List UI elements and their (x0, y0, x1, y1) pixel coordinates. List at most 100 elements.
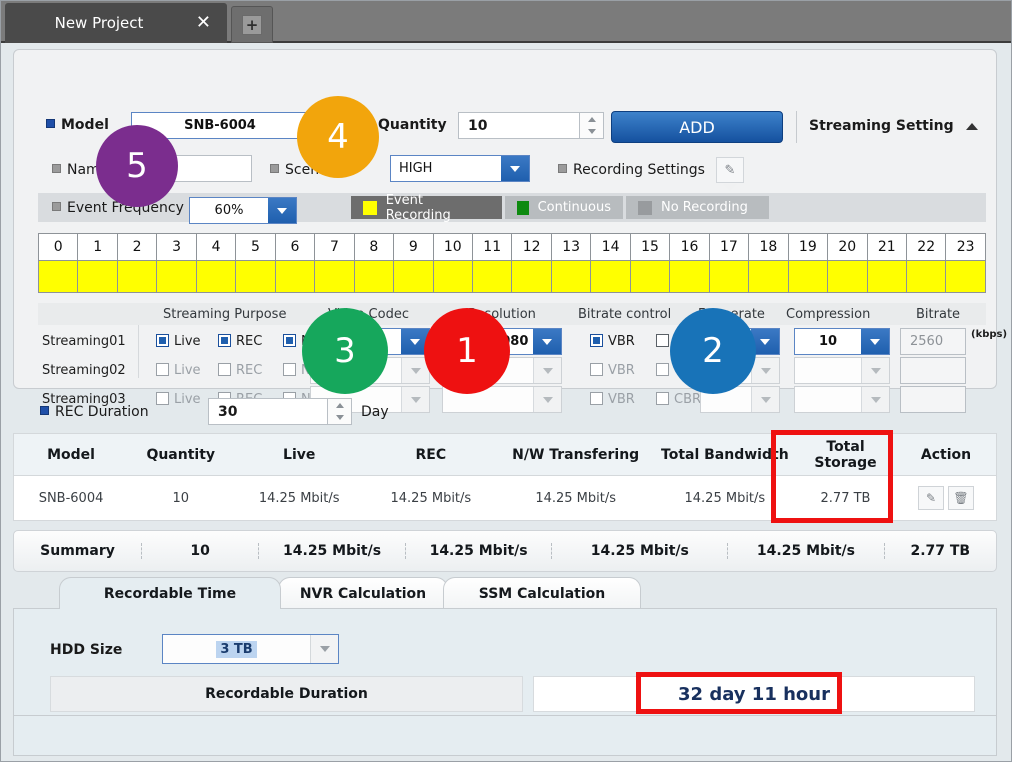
hour-bar[interactable] (789, 261, 827, 292)
chevron-down-icon[interactable] (268, 198, 296, 223)
hour-bar[interactable] (710, 261, 748, 292)
stepper-up[interactable] (580, 113, 603, 126)
hour-cell-1[interactable]: 1 (78, 234, 117, 292)
hour-bar[interactable] (355, 261, 393, 292)
hour-bar[interactable] (512, 261, 550, 292)
hour-cell-7[interactable]: 7 (315, 234, 354, 292)
chevron-down-icon[interactable] (861, 329, 889, 354)
trash-icon[interactable]: 🗑 (948, 486, 974, 510)
chevron-down-icon[interactable] (533, 329, 561, 354)
project-tab[interactable]: New Project ✕ (5, 3, 227, 43)
add-tab-button[interactable]: + (231, 6, 273, 43)
legend-no-recording[interactable]: No Recording (626, 196, 769, 219)
event-frequency-select[interactable]: 60% (189, 197, 297, 224)
hour-bar[interactable] (749, 261, 787, 292)
hour-bar[interactable] (197, 261, 235, 292)
hdd-size-select[interactable]: 3 TB (162, 634, 339, 664)
rec-duration-input[interactable]: 30 (208, 398, 328, 425)
hour-cell-0[interactable]: 0 (39, 234, 78, 292)
compression-select[interactable] (794, 357, 890, 384)
hour-cell-19[interactable]: 19 (789, 234, 828, 292)
streaming-row-name: Streaming01 (42, 334, 136, 349)
result-header-2: Live (233, 447, 365, 463)
hour-bar[interactable] (434, 261, 472, 292)
hour-bar[interactable] (868, 261, 906, 292)
compression-select-value (795, 358, 861, 383)
rec-duration-stepper[interactable] (328, 398, 352, 425)
hour-cell-2[interactable]: 2 (118, 234, 157, 292)
add-button[interactable]: ADD (611, 111, 783, 143)
purpose-rec-checkbox[interactable]: REC (218, 363, 262, 378)
purpose-rec-checkbox[interactable]: REC (218, 334, 262, 349)
streaming-setting-toggle[interactable]: Streaming Setting (809, 118, 978, 134)
hour-cell-21[interactable]: 21 (868, 234, 907, 292)
hour-cell-12[interactable]: 12 (512, 234, 551, 292)
hour-cell-17[interactable]: 17 (710, 234, 749, 292)
hour-bar[interactable] (276, 261, 314, 292)
chevron-down-icon[interactable] (310, 635, 338, 663)
hour-bar[interactable] (157, 261, 195, 292)
hour-cell-8[interactable]: 8 (355, 234, 394, 292)
hour-bar[interactable] (828, 261, 866, 292)
quantity-stepper[interactable] (580, 112, 604, 139)
hour-cell-5[interactable]: 5 (236, 234, 275, 292)
streaming-table-header: Streaming Purpose Video Codec Resolution… (38, 303, 986, 325)
hour-cell-3[interactable]: 3 (157, 234, 196, 292)
result-header-1: Quantity (128, 447, 233, 463)
summary-live: 14.25 Mbit/s (258, 543, 405, 559)
hour-bar[interactable] (39, 261, 77, 292)
compression-select[interactable]: 10 (794, 328, 890, 355)
hour-label: 15 (631, 234, 669, 261)
tab-nvr-calculation[interactable]: NVR Calculation (278, 577, 448, 609)
stepper-down[interactable] (580, 126, 603, 139)
hour-cell-23[interactable]: 23 (946, 234, 984, 292)
stepper-down[interactable] (328, 412, 351, 425)
legend-event-recording[interactable]: Event Recording (351, 196, 502, 219)
bitrate-control-vbr-checkbox[interactable]: VBR (590, 334, 635, 349)
recordable-time-panel: HDD Size 3 TB Recordable Duration 32 day… (13, 608, 997, 716)
pencil-icon[interactable]: ✎ (716, 157, 744, 183)
legend-continuous[interactable]: Continuous (505, 196, 623, 219)
close-icon[interactable]: ✕ (196, 14, 211, 32)
pencil-icon[interactable]: ✎ (918, 486, 944, 510)
hour-bar[interactable] (78, 261, 116, 292)
hour-bar[interactable] (552, 261, 590, 292)
hour-cell-14[interactable]: 14 (591, 234, 630, 292)
model-label-group: Model (46, 117, 109, 133)
chevron-down-icon[interactable] (861, 358, 889, 383)
hour-cell-6[interactable]: 6 (276, 234, 315, 292)
purpose-live-checkbox[interactable]: Live (156, 334, 201, 349)
chevron-down-icon[interactable] (501, 156, 529, 181)
hour-cell-16[interactable]: 16 (670, 234, 709, 292)
hour-cell-20[interactable]: 20 (828, 234, 867, 292)
chevron-down-icon[interactable] (533, 358, 561, 383)
hour-cell-4[interactable]: 4 (197, 234, 236, 292)
hour-bar[interactable] (236, 261, 274, 292)
hour-cell-15[interactable]: 15 (631, 234, 670, 292)
hour-bar[interactable] (394, 261, 432, 292)
hour-cell-22[interactable]: 22 (907, 234, 946, 292)
stepper-up[interactable] (328, 399, 351, 412)
scene-select[interactable]: HIGH (390, 155, 530, 182)
hour-bar[interactable] (907, 261, 945, 292)
bitrate-control-vbr-checkbox[interactable]: VBR (590, 363, 635, 378)
chevron-down-icon[interactable] (751, 358, 779, 383)
hdd-size-value: 3 TB (216, 641, 256, 658)
hour-bar[interactable] (315, 261, 353, 292)
hour-cell-11[interactable]: 11 (473, 234, 512, 292)
purpose-live-checkbox[interactable]: Live (156, 363, 201, 378)
hour-cell-18[interactable]: 18 (749, 234, 788, 292)
hour-schedule-grid[interactable]: 01234567891011121314151617181920212223 (38, 233, 986, 293)
tab-ssm-calculation[interactable]: SSM Calculation (443, 577, 641, 609)
hour-cell-9[interactable]: 9 (394, 234, 433, 292)
tab-recordable-time[interactable]: Recordable Time (59, 577, 281, 609)
hour-bar[interactable] (473, 261, 511, 292)
hour-cell-10[interactable]: 10 (434, 234, 473, 292)
hour-bar[interactable] (670, 261, 708, 292)
quantity-input[interactable]: 10 (458, 112, 580, 139)
hour-bar[interactable] (591, 261, 629, 292)
hour-cell-13[interactable]: 13 (552, 234, 591, 292)
hour-bar[interactable] (946, 261, 984, 292)
hour-bar[interactable] (631, 261, 669, 292)
hour-bar[interactable] (118, 261, 156, 292)
